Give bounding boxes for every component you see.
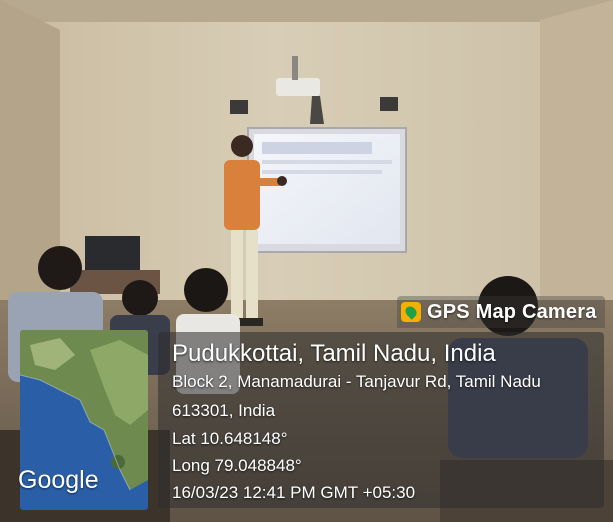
badge-label: GPS Map Camera [427, 300, 597, 323]
geotagged-photo: Google GPS Map Camera Pudukkottai, Tamil… [0, 0, 613, 522]
latitude: Lat 10.648148° [172, 429, 288, 448]
gps-map-camera-badge: GPS Map Camera [397, 296, 605, 328]
google-map-label: Google [18, 466, 99, 494]
timestamp: 16/03/23 12:41 PM GMT +05:30 [172, 483, 416, 502]
location-title: Pudukkottai, Tamil Nadu, India [172, 340, 496, 367]
longitude: Long 79.048848° [172, 456, 302, 475]
gps-map-camera-logo-icon [401, 302, 421, 322]
address-line-2: 613301, India [172, 401, 276, 420]
address-line-1: Block 2, Manamadurai - Tanjavur Rd, Tami… [172, 372, 541, 391]
